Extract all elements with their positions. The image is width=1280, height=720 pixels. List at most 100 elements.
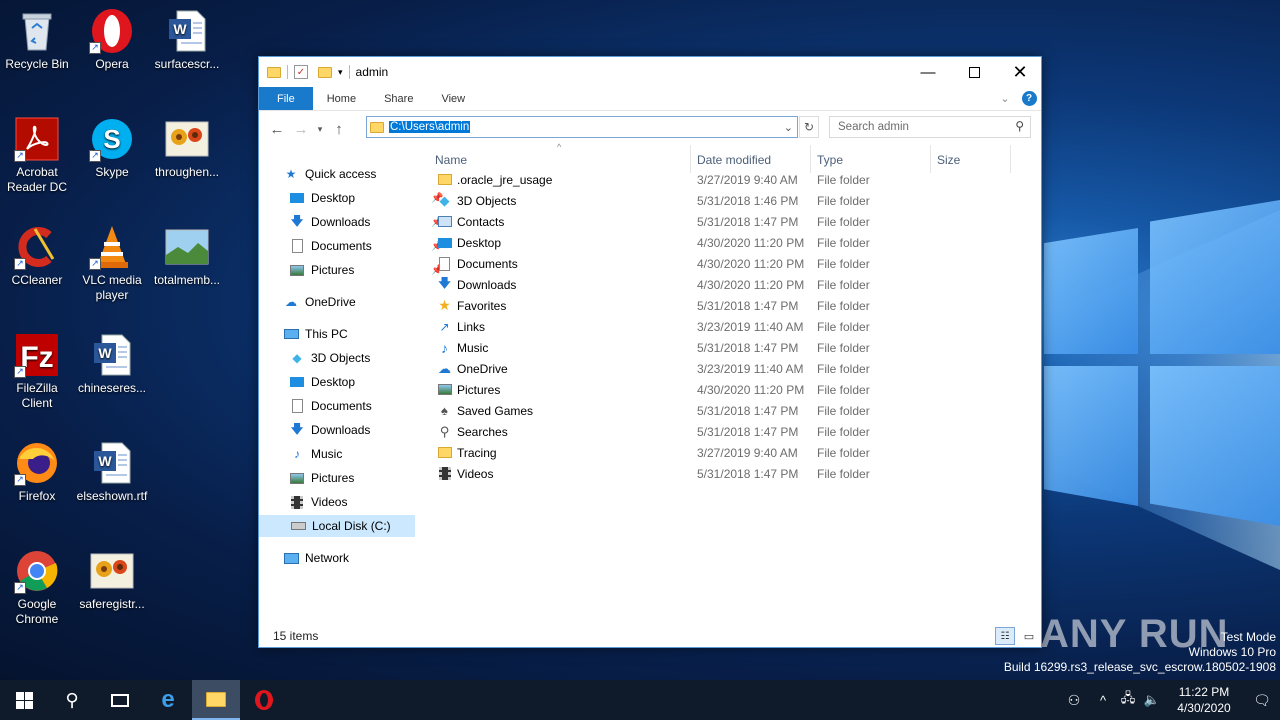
file-explorer-taskbar-button[interactable] <box>192 680 240 720</box>
help-icon[interactable]: ? <box>1017 87 1041 110</box>
column-header-name[interactable]: Name <box>435 151 467 169</box>
address-path[interactable]: C:\Users\admin <box>389 121 471 133</box>
search-taskbar-button[interactable]: ⚲ <box>48 680 96 720</box>
nav-videos[interactable]: Videos <box>289 491 347 513</box>
file-row[interactable]: Documents 4/30/2020 11:20 PM File folder <box>435 253 1035 274</box>
column-header-type[interactable]: Type <box>817 151 843 169</box>
wallpaper-logo-pane <box>1044 228 1138 354</box>
nav-pictures[interactable]: Pictures <box>289 467 354 489</box>
nav-documents[interactable]: Documents <box>289 395 372 417</box>
file-row[interactable]: ♪ Music 5/31/2018 1:47 PM File folder <box>435 337 1035 358</box>
desktop-icon-elseshown[interactable]: W elseshown.rtf <box>75 436 149 504</box>
nav-desktop[interactable]: Desktop <box>289 371 355 393</box>
desktop-icon-vlc[interactable]: ↗ VLC media player <box>75 220 149 303</box>
contacts-icon <box>437 215 452 229</box>
desktop-icon-acrobat[interactable]: ↗ Acrobat Reader DC <box>0 112 74 195</box>
nav-3d-objects[interactable]: ◆ 3D Objects <box>289 347 370 369</box>
opera-taskbar-button[interactable] <box>240 680 288 720</box>
file-row[interactable]: ☁ OneDrive 3/23/2019 11:40 AM File folder <box>435 358 1035 379</box>
file-row[interactable]: Tracing 3/27/2019 9:40 AM File folder <box>435 442 1035 463</box>
nav-local-disk[interactable]: Local Disk (C:) <box>259 515 415 537</box>
edge-taskbar-button[interactable]: e <box>144 680 192 720</box>
new-folder-qat-icon[interactable] <box>318 66 332 78</box>
desktop-icon-throughen[interactable]: throughen... <box>150 112 224 180</box>
desktop-icon-chineseres[interactable]: W chineseres... <box>75 328 149 396</box>
volume-icon[interactable]: 🔈 <box>1140 692 1164 708</box>
qat-dropdown-icon[interactable]: ▾ <box>338 67 343 78</box>
nav-quick-access[interactable]: ★ Quick access <box>283 163 377 185</box>
title-bar[interactable]: ✓ ▾ admin — ✕ <box>259 57 1041 87</box>
desktop-icon-firefox[interactable]: ↗ Firefox <box>0 436 74 504</box>
file-date-modified: 4/30/2020 11:20 PM <box>697 256 805 271</box>
nav-label: Documents <box>311 239 372 253</box>
desktop-icon-label: chineseres... <box>77 381 147 395</box>
desktop-icon-ccleaner[interactable]: ↗ CCleaner <box>0 220 74 288</box>
properties-qat-icon[interactable]: ✓ <box>294 65 308 79</box>
file-type: File folder <box>817 424 870 439</box>
network-status-icon[interactable]: 🖧 <box>1116 689 1140 711</box>
clock[interactable]: 11:22 PM 4/30/2020 <box>1164 684 1244 716</box>
show-hidden-icons-icon[interactable]: ^ <box>1090 693 1116 708</box>
task-view-button[interactable] <box>96 680 144 720</box>
file-row[interactable]: ★ Favorites 5/31/2018 1:47 PM File folder <box>435 295 1035 316</box>
nav-downloads[interactable]: 🡇 Downloads <box>289 419 371 441</box>
nav-quick-documents[interactable]: Documents📌 <box>289 235 443 257</box>
desktop-icon-skype[interactable]: S ↗ Skype <box>75 112 149 180</box>
desktop-icon-filezilla[interactable]: Fz ↗ FileZilla Client <box>0 328 74 411</box>
file-row[interactable]: ↗ Links 3/23/2019 11:40 AM File folder <box>435 316 1035 337</box>
close-button[interactable]: ✕ <box>997 57 1043 87</box>
nav-music[interactable]: ♪ Music <box>289 443 342 465</box>
nav-quick-desktop[interactable]: Desktop 📌 <box>289 187 443 209</box>
file-row[interactable]: ⚲ Searches 5/31/2018 1:47 PM File folder <box>435 421 1035 442</box>
maximize-button[interactable] <box>951 57 997 87</box>
notifications-icon[interactable]: 🗨 <box>1244 692 1280 709</box>
file-list[interactable]: ^ Name Date modified Type Size .oracle_j… <box>419 142 1041 623</box>
address-dropdown-icon[interactable]: ⌄ <box>784 121 793 134</box>
file-type: File folder <box>817 193 870 208</box>
column-header-date[interactable]: Date modified <box>697 151 771 169</box>
file-row[interactable]: Videos 5/31/2018 1:47 PM File folder <box>435 463 1035 484</box>
tab-share[interactable]: Share <box>370 87 427 110</box>
desktop-icon-chrome[interactable]: ↗ Google Chrome <box>0 544 74 627</box>
search-box[interactable]: Search admin ⚲ <box>829 116 1031 138</box>
file-row[interactable]: Pictures 4/30/2020 11:20 PM File folder <box>435 379 1035 400</box>
tab-file[interactable]: File <box>259 87 313 110</box>
desktop-icon-surfacescr[interactable]: W surfacescr... <box>150 4 224 72</box>
nav-network[interactable]: Network <box>283 547 349 569</box>
file-row[interactable]: ◆ 3D Objects 5/31/2018 1:46 PM File folder <box>435 190 1035 211</box>
tab-home[interactable]: Home <box>313 87 370 110</box>
column-header-size[interactable]: Size <box>937 151 960 169</box>
nav-quick-pictures[interactable]: Pictures 📌 <box>289 259 443 281</box>
desktop-icon-saferegistr[interactable]: saferegistr... <box>75 544 149 612</box>
tab-view[interactable]: View <box>427 87 479 110</box>
file-row[interactable]: ♠ Saved Games 5/31/2018 1:47 PM File folder <box>435 400 1035 421</box>
desktop-icon-totalmemb[interactable]: totalmemb... <box>150 220 224 288</box>
file-row[interactable]: Contacts 5/31/2018 1:47 PM File folder <box>435 211 1035 232</box>
search-input[interactable]: Search admin <box>838 121 909 133</box>
details-view-button[interactable]: ☷ <box>995 627 1015 645</box>
file-row[interactable]: 🡇 Downloads 4/30/2020 11:20 PM File folder <box>435 274 1035 295</box>
expand-ribbon-icon[interactable]: ⌄ <box>993 87 1017 110</box>
people-icon[interactable]: ⚇ <box>1058 692 1090 709</box>
address-bar[interactable]: C:\Users\admin ⌄ <box>366 116 798 138</box>
nav-onedrive[interactable]: ☁ OneDrive <box>283 291 356 313</box>
back-arrow-icon[interactable]: ← <box>265 121 289 138</box>
pictures-icon <box>289 471 305 485</box>
desktop-icon-opera[interactable]: ↗ Opera <box>75 4 149 72</box>
large-icons-view-button[interactable]: ▭ <box>1019 627 1039 645</box>
file-explorer-window[interactable]: ✓ ▾ admin — ✕ File Home Share View ⌄ ? ←… <box>258 56 1042 648</box>
recent-locations-icon[interactable]: ▾ <box>313 124 327 135</box>
forward-arrow-icon[interactable]: → <box>289 121 313 138</box>
image-file-icon <box>89 548 135 594</box>
desktop-icon-recycle-bin[interactable]: Recycle Bin <box>0 4 74 72</box>
nav-quick-downloads[interactable]: 🡇Downloads📌 <box>289 211 444 233</box>
minimize-button[interactable]: — <box>905 57 951 87</box>
start-button[interactable] <box>0 680 48 720</box>
up-arrow-icon[interactable]: ↑ <box>327 121 351 138</box>
navigation-pane[interactable]: ★Quick access Desktop📌 🡇Downloads📌 Docum… <box>259 147 444 617</box>
file-row[interactable]: Desktop 4/30/2020 11:20 PM File folder <box>435 232 1035 253</box>
desktop-icon-label: saferegistr... <box>79 597 145 611</box>
file-row[interactable]: .oracle_jre_usage 3/27/2019 9:40 AM File f… <box>435 169 1035 190</box>
nav-this-pc[interactable]: This PC <box>283 323 348 345</box>
refresh-icon[interactable]: ↻ <box>799 116 819 138</box>
